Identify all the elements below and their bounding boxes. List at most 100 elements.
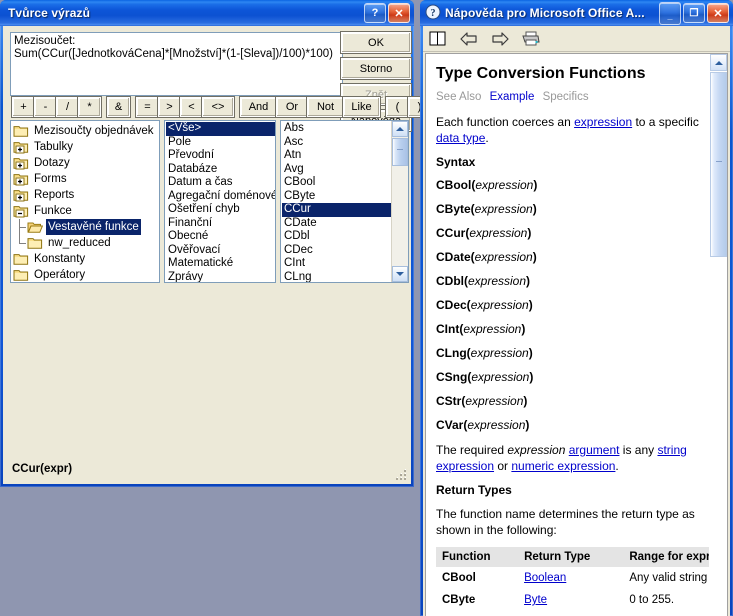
category-item[interactable]: Agregační doménové	[166, 190, 275, 204]
category-list-pane[interactable]: <Vše> Pole Převodní Databáze Datum a čas Agre…	[164, 120, 276, 283]
category-item[interactable]: Převodní	[166, 149, 275, 163]
function-item[interactable]: CInt	[282, 257, 392, 271]
category-item[interactable]: Datum a čas	[166, 176, 275, 190]
tree-item-tabulky[interactable]: Tabulky	[13, 139, 159, 155]
cell-return-type: Byte	[518, 589, 623, 611]
function-item[interactable]: CByte	[282, 190, 392, 204]
return-types-table: Function Return Type Range for expres CB…	[436, 547, 727, 616]
category-item[interactable]: Pole	[166, 136, 275, 150]
folder-plus-icon	[13, 188, 29, 202]
help-content-area: Type Conversion Functions See Also Examp…	[425, 53, 728, 616]
help-titlebar[interactable]: ? Nápověda pro Microsoft Office A... _ ❐…	[420, 0, 733, 26]
function-item[interactable]: CDec	[282, 244, 392, 258]
operator-plus[interactable]: +	[12, 97, 35, 117]
help-button[interactable]: ?	[364, 3, 386, 23]
tree-item-funkce[interactable]: Funkce	[13, 203, 159, 219]
signature-clng: CLng(expression)	[436, 346, 533, 360]
operator-less-than[interactable]: <	[180, 97, 203, 117]
expression-link[interactable]: expression	[574, 115, 632, 129]
function-item[interactable]: CDate	[282, 217, 392, 231]
minimize-button[interactable]: _	[659, 1, 681, 25]
signature-cbool: CBool(expression)	[436, 178, 538, 192]
example-link[interactable]: Example	[490, 91, 535, 103]
function-item[interactable]: CLng	[282, 271, 392, 283]
tree-item-vestav-n-funkce[interactable]: Vestavěné funkce	[13, 219, 159, 235]
operator-minus[interactable]: -	[34, 97, 57, 117]
operator-ampersand[interactable]: &	[107, 97, 130, 117]
tree-item-label: Dotazy	[34, 157, 70, 169]
function-item[interactable]: Abs	[282, 122, 392, 136]
folder-icon	[13, 252, 29, 266]
category-item[interactable]: Ošetření chyb	[166, 203, 275, 217]
function-list-scrollbar[interactable]	[391, 121, 408, 282]
return-type-link[interactable]: Boolean	[524, 572, 566, 584]
operator-greater-than[interactable]: >	[158, 97, 181, 117]
operator-equals[interactable]: =	[136, 97, 159, 117]
table-row: CCurCurrency-922,337,203,685,4 922,337,2…	[436, 611, 727, 616]
tree-item-dotazy[interactable]: Dotazy	[13, 155, 159, 171]
function-item[interactable]: Asc	[282, 136, 392, 150]
data-type-link[interactable]: data type	[436, 131, 485, 145]
cell-function: CByte	[442, 594, 476, 606]
argument-link[interactable]: argument	[569, 443, 620, 457]
help-scrollbar[interactable]	[709, 54, 727, 616]
scroll-down-button[interactable]	[392, 266, 408, 282]
category-item[interactable]: Obecné	[166, 230, 275, 244]
function-list-pane[interactable]: Abs Asc Atn Avg CBool CByte CCur CDate CDbl CDec C…	[280, 120, 409, 283]
category-item[interactable]: Finanční	[166, 217, 275, 231]
tree-item-mezisou-ty-objedn-vek[interactable]: Mezisoučty objednávek	[13, 123, 159, 139]
resize-grip[interactable]	[395, 469, 408, 482]
tree-item-nw-reduced[interactable]: nw_reduced	[13, 235, 159, 251]
category-item[interactable]: Ověřovací	[166, 244, 275, 258]
back-arrow-icon[interactable]	[458, 29, 480, 49]
help-scrollbar-thumb[interactable]	[710, 72, 727, 257]
function-item[interactable]: Avg	[282, 163, 392, 177]
category-item[interactable]: <Vše>	[166, 122, 275, 136]
tree-item-label: Mezisoučty objednávek	[34, 125, 154, 137]
tree-item-reports[interactable]: Reports	[13, 187, 159, 203]
numeric-expression-link[interactable]: numeric expression	[511, 459, 615, 473]
tree-item-label: Tabulky	[34, 141, 73, 153]
tree-item-oper-tory[interactable]: Operátory	[13, 267, 159, 282]
function-item[interactable]: CDbl	[282, 230, 392, 244]
operator-like[interactable]: Like	[343, 97, 380, 117]
show-hide-pane-icon[interactable]	[427, 29, 449, 49]
close-button[interactable]: ✕	[707, 3, 729, 23]
article-heading: Type Conversion Functions	[436, 65, 646, 82]
operator-or[interactable]: Or	[276, 97, 308, 117]
table-row: CByte Byte 0 to 255.	[436, 589, 727, 611]
caret-up-icon	[396, 127, 404, 131]
operator-divide[interactable]: /	[56, 97, 79, 117]
scrollbar-thumb[interactable]	[392, 138, 408, 166]
maximize-button[interactable]: ❐	[683, 3, 705, 23]
operator-not-equal[interactable]: <>	[202, 97, 234, 117]
operator-and[interactable]: And	[240, 97, 277, 117]
forward-arrow-icon[interactable]	[489, 29, 511, 49]
print-icon[interactable]	[520, 29, 542, 49]
category-item[interactable]: Matematické	[166, 257, 275, 271]
tree-item-forms[interactable]: Forms	[13, 171, 159, 187]
function-item[interactable]: CCur	[282, 203, 393, 217]
operator-not[interactable]: Not	[307, 97, 344, 117]
help-scroll-up-button[interactable]	[710, 54, 727, 71]
return-type-link[interactable]: Byte	[524, 594, 547, 606]
tree-item-konstanty[interactable]: Konstanty	[13, 251, 159, 267]
operator-multiply[interactable]: *	[78, 97, 101, 117]
cancel-button[interactable]: Storno	[341, 58, 411, 79]
builder-titlebar[interactable]: Tvůrce výrazů ? ✕	[0, 0, 414, 26]
operator-open-paren[interactable]: (	[386, 97, 409, 117]
syntax-heading: Syntax	[436, 155, 476, 169]
category-item[interactable]: Zprávy	[166, 271, 275, 283]
object-tree-pane[interactable]: Mezisoučty objednávek Tabulky Dotazy Forms R…	[10, 120, 160, 283]
folder-minus-icon	[13, 204, 29, 218]
function-item[interactable]: CBool	[282, 176, 392, 190]
signature-cvar: CVar(expression)	[436, 418, 530, 432]
expression-input[interactable]: Mezisoučet: Sum(CCur([JednotkováCena]*[M…	[10, 32, 343, 96]
ok-button[interactable]: OK	[341, 32, 411, 53]
close-button[interactable]: ✕	[388, 3, 410, 23]
function-item[interactable]: Atn	[282, 149, 392, 163]
category-item[interactable]: Databáze	[166, 163, 275, 177]
folder-open-yellow-icon	[27, 220, 44, 234]
scroll-up-button[interactable]	[392, 121, 408, 137]
folder-plus-icon	[13, 156, 29, 170]
